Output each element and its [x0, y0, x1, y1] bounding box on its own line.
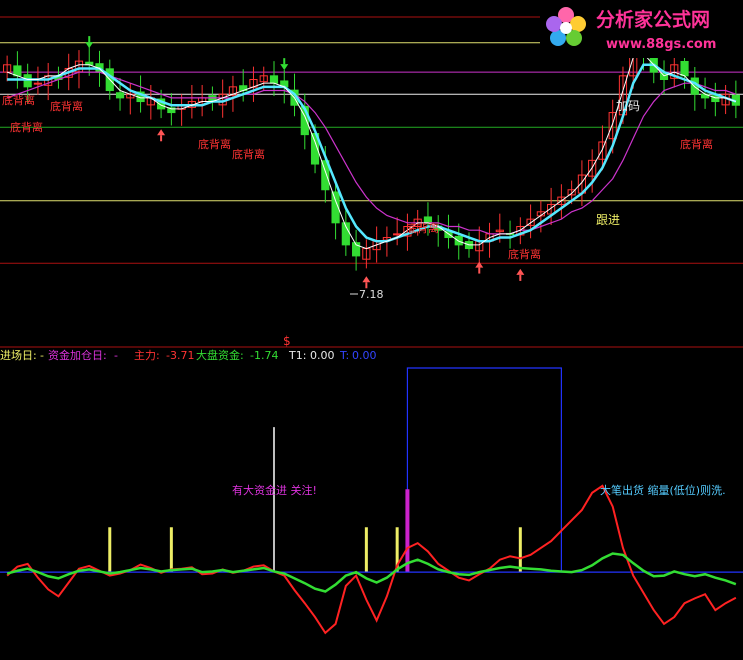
big-sell-note: 大笔出货 缩量(低位)则洗. [600, 483, 726, 497]
divergence-label-3: 底背离 [2, 93, 35, 107]
entry-day-value: - [40, 349, 44, 362]
zhuli-label: 主力: [134, 349, 160, 362]
candle-body [393, 233, 402, 236]
blue-box-outline [406, 367, 562, 573]
dollar-marker: $ [283, 334, 291, 348]
watermark-logo: 分析家公式网 www.88gs.com [540, 0, 743, 58]
divergence-label-1: 底背离 [10, 120, 43, 134]
candle-body [13, 65, 22, 77]
dapan-value: -1.74 [250, 349, 278, 362]
divergence-label-4: 底背离 [198, 137, 231, 151]
follow-in-label: 跟进 [596, 213, 620, 227]
low-price-label: 7.18 [359, 288, 384, 301]
stock-chart: 底背离 底背离 底背离 底背离 底背离 底背离 底背离 底背离 加码 跟进 7.… [0, 0, 743, 635]
signal-bars [108, 427, 522, 573]
up-arrow-icon [475, 261, 484, 268]
t-value: 0.00 [352, 349, 377, 362]
candle-body [269, 75, 279, 84]
candle-body [33, 82, 43, 85]
watermark-name: 分析家公式网 [596, 8, 710, 31]
t1-value: 0.00 [310, 349, 335, 362]
low-price-marker: 7.18 [350, 288, 384, 301]
price-panel: 底背离 底背离 底背离 底背离 底背离 底背离 底背离 底背离 加码 跟进 7.… [0, 16, 743, 348]
signal-arrows [85, 25, 638, 289]
candle-body [115, 92, 125, 99]
fund-add-day-value: - [114, 349, 118, 362]
up-arrow-icon [157, 129, 166, 136]
t-label: T: [339, 349, 349, 362]
big-money-note: 有大资金进 关注! [232, 483, 317, 497]
entry-day-label: 进场日: [0, 348, 37, 362]
candle-body [680, 60, 689, 77]
fund-add-day-label: 资金加仓日: [48, 348, 107, 362]
fund-flow-lines [6, 484, 737, 635]
add-position-label: 加码 [616, 99, 640, 113]
down-arrow-icon [280, 64, 289, 71]
t1-label: T1: [288, 349, 306, 362]
divergence-label-2: 底背离 [50, 99, 83, 113]
dapan-label: 大盘资金: [196, 348, 244, 362]
divergence-label-7: 底背离 [508, 247, 541, 261]
candle-body [23, 74, 32, 88]
indicator-header: 进场日: - 资金加仓日: - 主力: -3.71 大盘资金: -1.74 T1… [0, 348, 377, 362]
up-arrow-icon [362, 276, 371, 283]
up-arrow-icon [516, 268, 525, 275]
divergence-label-5: 底背离 [232, 147, 265, 161]
zhuli-value: -3.71 [166, 349, 194, 362]
down-arrow-icon [85, 42, 94, 49]
fund-box [406, 367, 562, 573]
divergence-label-6: 底背离 [406, 221, 439, 235]
watermark-url: www.88gs.com [606, 37, 716, 52]
candlestick-series [3, 28, 740, 271]
fund-flow-panel: 进场日: - 资金加仓日: - 主力: -3.71 大盘资金: -1.74 T1… [0, 348, 743, 635]
divergence-label-8: 底背离 [680, 137, 713, 151]
